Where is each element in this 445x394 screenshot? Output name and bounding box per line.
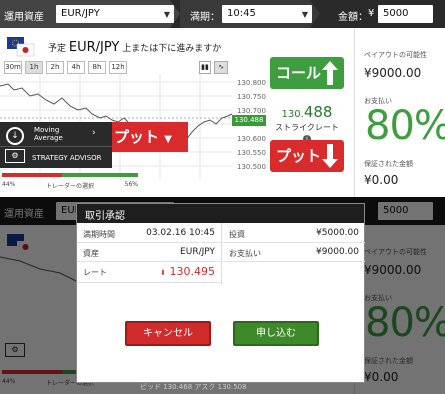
currency-symbol: ¥ [368,8,375,19]
tab-timeframe-2h[interactable]: 2h [46,61,64,74]
screenshot-root: 運用資産 EUR/JPY ▼ 満期： 10:45 ▼ 金額： ¥ 5000 予定… [0,0,445,394]
trading-panel: 運用資産 EUR/JPY ▼ 満期： 10:45 ▼ 金額： ¥ 5000 予定… [0,0,445,197]
chevron-down-icon: ▼ [163,10,170,19]
payout-percent: 80% [365,103,445,149]
chevron-down-icon: ▼ [301,10,308,19]
y-tick: 130.700 [237,107,266,115]
confirm-button[interactable]: 申し込む [233,321,319,346]
cancel-button[interactable]: キャンセル [125,321,211,346]
candlestick-chart-icon[interactable]: ▮▮ [199,61,211,74]
expiry-label: 満期： [190,12,220,23]
clock-icon: ↓ [6,127,24,145]
sentiment-caption: トレーダーの選択 [46,183,95,190]
expiry-row: 満期時間 03.02.16 10:45 [77,225,221,243]
indicator-name: Moving Average [34,126,63,142]
y-tick: 130.500 [237,163,266,171]
tab-timeframe-1h[interactable]: 1h [25,61,43,74]
amount-label: 金額： [338,12,368,23]
line-chart-icon[interactable]: ∿ [214,61,228,74]
chevron-right-icon: › [92,128,96,138]
expiry-select[interactable]: 10:45 ▼ [222,5,312,23]
arrow-down-icon [322,144,338,168]
y-tick: 130.600 [237,135,266,143]
sentiment-put-fill [2,173,62,177]
eur-jpy-flag-icon [7,37,35,57]
confirmation-view: 運用資産 EUR/JPY 5000 ペイアウトの可能性 ¥9000.00 お支払… [0,197,445,394]
sentiment-call-pct: 56% [124,181,138,188]
strategy-advisor-icon: ⚙ [5,149,25,163]
asset-row: 資産 EUR/JPY [77,244,221,262]
invest-row: 投資 ¥5000.00 [223,225,365,243]
trade-header: 運用資産 EUR/JPY ▼ 満期： 10:45 ▼ 金額： ¥ 5000 [0,0,445,28]
sentiment-bar [2,173,138,177]
pair-name: EUR/JPY [68,40,120,55]
rate-row: レート ⬇ 130.495 [77,263,221,283]
call-button[interactable]: コール [270,57,344,89]
current-price-tag: 130.488 [232,115,266,126]
bid-ask-readout: ビッド 130.468 アスク 130.508 [140,383,247,391]
tab-timeframe-8h[interactable]: 8h [88,61,106,74]
tab-timeframe-30m[interactable]: 30m [4,61,22,74]
payout-panel: ペイアウトの可能性 ¥9000.00 お支払い 80% 保証された金額 ¥0.0… [354,28,445,197]
strategy-advisor-label: STRATEGY ADVISOR [32,154,102,162]
rate-value: 130.495 [169,265,216,278]
y-tick: 130.550 [237,149,266,157]
possible-payout-value: ¥9000.00 [364,66,422,80]
y-tick: 130.800 [237,79,266,87]
sentiment-put-pct: 44% [2,181,16,188]
prediction-question: 予定 EUR/JPY 上または下に進みますか [48,40,222,55]
strategy-advisor-widget[interactable]: ↓ Moving Average › ⚙ STRATEGY ADVISOR [0,122,112,168]
asset-label: 運用資産 [4,12,44,23]
arrow-down-icon: ⬇ [160,269,166,277]
chevron-down-icon: ▼ [164,134,172,145]
guaranteed-label: 保証された金額 [364,160,413,168]
payout-row: お支払い ¥9000.00 [223,244,365,262]
possible-payout-label: ペイアウトの可能性 [364,51,427,59]
trade-confirmation-dialog: 取引承認 満期時間 03.02.16 10:45 資産 EUR/JPY レート … [76,203,365,383]
guaranteed-value: ¥0.00 [364,173,399,187]
advisor-put-button[interactable]: プット ▼ [112,122,188,152]
timeframe-tabs: 30m 1h 2h 4h 8h 12h [4,61,127,74]
y-tick: 130.750 [237,93,266,101]
amount-input[interactable]: 5000 [378,5,433,23]
trader-sentiment: 44% トレーダーの選択 56% [2,173,138,193]
arrow-up-icon [322,61,338,85]
dialog-title: 取引承認 [77,204,364,223]
put-button[interactable]: プット [270,140,344,172]
asset-select[interactable]: EUR/JPY ▼ [56,5,174,23]
strike-rate: 130.488 [281,103,333,121]
tab-timeframe-12h[interactable]: 12h [109,61,127,74]
tab-timeframe-4h[interactable]: 4h [67,61,85,74]
